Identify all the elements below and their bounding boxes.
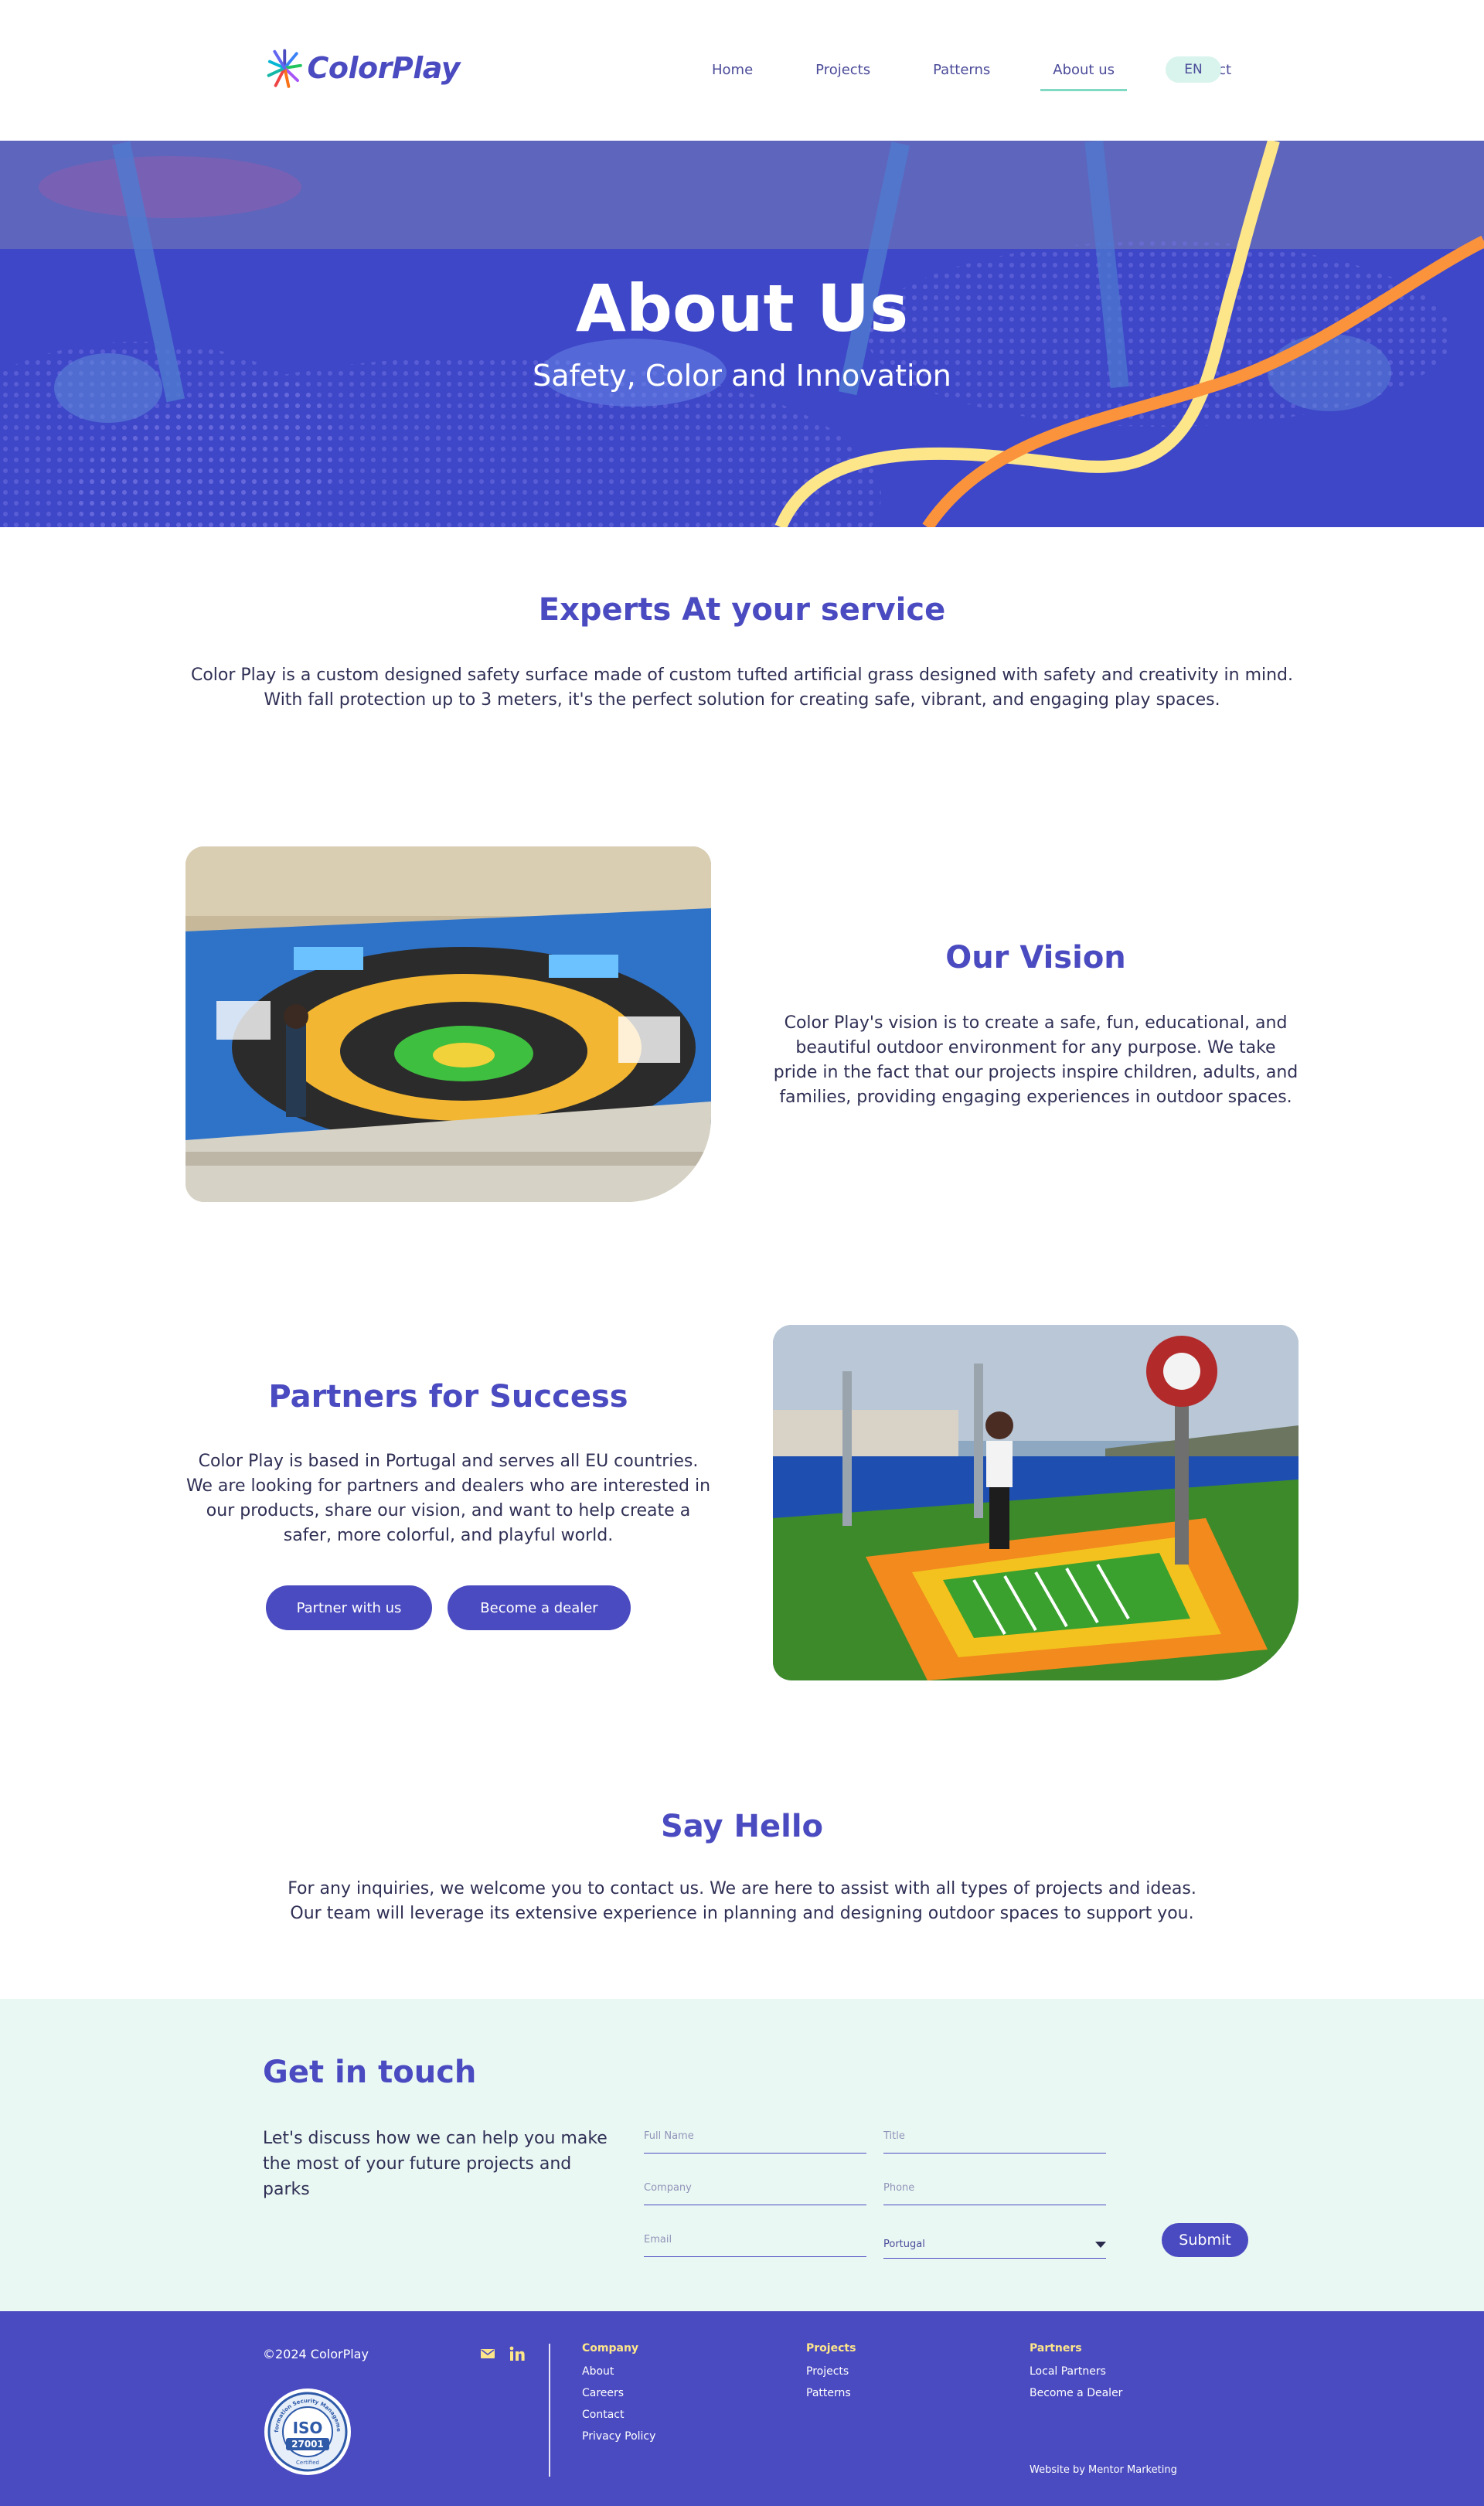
say-hello-title: Say Hello <box>660 1809 824 1844</box>
iso-badge-main: ISO <box>293 2419 323 2437</box>
iso-badge-number: 27001 <box>291 2439 324 2450</box>
title-input[interactable] <box>883 2120 1106 2153</box>
footer-link-projects[interactable]: Projects <box>806 2361 1007 2382</box>
full-name-input[interactable] <box>644 2120 866 2153</box>
footer-partners-col: Partners Local Partners Become a Dealer <box>1030 2342 1230 2404</box>
nav-patterns[interactable]: Patterns <box>921 53 1002 91</box>
footer-link-careers[interactable]: Careers <box>582 2382 783 2404</box>
country-select[interactable]: Portugal <box>883 2231 1106 2259</box>
iso-badge-bottom-text: Certified <box>296 2460 319 2466</box>
brand-name: ColorPlay <box>307 51 461 85</box>
nav-home[interactable]: Home <box>699 53 765 91</box>
hero-subtitle: Safety, Color and Innovation <box>533 359 951 393</box>
iso-27001-badge: Information Security Management ISO 2700… <box>261 2382 352 2477</box>
site-footer: ©2024 ColorPlay Information Security Man… <box>0 2311 1484 2506</box>
contact-text: Let's discuss how we can help you make t… <box>263 2129 608 2199</box>
vision-title: Our Vision <box>945 940 1126 976</box>
footer-link-become-dealer[interactable]: Become a Dealer <box>1030 2382 1230 2404</box>
footer-link-local-partners[interactable]: Local Partners <box>1030 2361 1230 2382</box>
footer-link-privacy[interactable]: Privacy Policy <box>582 2426 783 2447</box>
title-field[interactable] <box>883 2120 1106 2154</box>
phone-field[interactable] <box>883 2171 1106 2205</box>
phone-input[interactable] <box>883 2171 1106 2205</box>
say-hello-line2: Our team will leverage its extensive exp… <box>290 1904 1194 1923</box>
partners-title: Partners for Success <box>268 1379 628 1415</box>
footer-link-contact[interactable]: Contact <box>582 2404 783 2426</box>
partner-with-us-button[interactable]: Partner with us <box>266 1585 432 1630</box>
linkedin-icon[interactable] <box>509 2345 526 2362</box>
submit-button[interactable]: Submit <box>1162 2223 1248 2257</box>
language-switcher[interactable]: EN <box>1166 56 1221 83</box>
company-field[interactable] <box>644 2171 866 2205</box>
footer-company-heading: Company <box>582 2342 639 2354</box>
contact-section: Get in touch Let's discuss how we can he… <box>0 1999 1484 2311</box>
vision-photo-illustration <box>186 846 711 1202</box>
hero-banner: About Us Safety, Color and Innovation <box>0 141 1484 527</box>
nav-about-us[interactable]: About us <box>1040 53 1127 91</box>
full-name-field[interactable] <box>644 2120 866 2154</box>
footer-link-about[interactable]: About <box>582 2361 783 2382</box>
caret-down-icon <box>1095 2241 1106 2248</box>
website-credit: Website by Mentor Marketing <box>1030 2464 1177 2476</box>
partners-piano-photo <box>773 1325 1298 1680</box>
contact-title: Get in touch <box>263 2055 477 2090</box>
become-dealer-button[interactable]: Become a dealer <box>448 1585 631 1630</box>
website-credit-prefix: Website by <box>1030 2464 1085 2476</box>
site-header: ColorPlay Home Projects Patterns About u… <box>0 0 1484 141</box>
footer-projects-heading: Projects <box>806 2342 856 2354</box>
footer-company-col: Company About Careers Contact Privacy Po… <box>582 2342 783 2447</box>
experts-title: Experts At your service <box>538 592 946 628</box>
country-select-value: Portugal <box>883 2239 925 2250</box>
burst-logo-icon <box>267 49 302 88</box>
copyright: ©2024 ColorPlay <box>263 2347 369 2361</box>
nav-projects[interactable]: Projects <box>803 53 883 91</box>
partners-text-line1: Color Play is based in Portugal and serv… <box>198 1452 699 1471</box>
experts-text: Color Play is a custom designed safety s… <box>190 666 1294 710</box>
vision-text: Color Play's vision is to create a safe,… <box>773 1013 1298 1107</box>
partners-text-line2: We are looking for partners and dealers … <box>186 1476 711 1545</box>
vision-playground-photo <box>186 846 711 1202</box>
email-input[interactable] <box>644 2223 866 2256</box>
hero-title: About Us <box>575 271 909 346</box>
footer-link-patterns[interactable]: Patterns <box>806 2382 1007 2404</box>
email-icon[interactable] <box>479 2345 496 2362</box>
company-input[interactable] <box>644 2171 866 2205</box>
partners-text: Color Play is based in Portugal and serv… <box>186 1449 711 1548</box>
partners-photo-illustration <box>773 1325 1298 1680</box>
email-field[interactable] <box>644 2223 866 2257</box>
say-hello-text: For any inquiries, we welcome you to con… <box>278 1877 1206 1926</box>
footer-projects-col: Projects Projects Patterns <box>806 2342 1007 2404</box>
footer-divider <box>549 2344 550 2477</box>
brand-logo[interactable]: ColorPlay <box>267 35 460 101</box>
website-credit-link[interactable]: Mentor Marketing <box>1088 2464 1177 2476</box>
iso-certification-icon: Information Security Management ISO 2700… <box>261 2382 351 2475</box>
footer-partners-heading: Partners <box>1030 2342 1082 2354</box>
say-hello-line1: For any inquiries, we welcome you to con… <box>288 1879 1196 1898</box>
